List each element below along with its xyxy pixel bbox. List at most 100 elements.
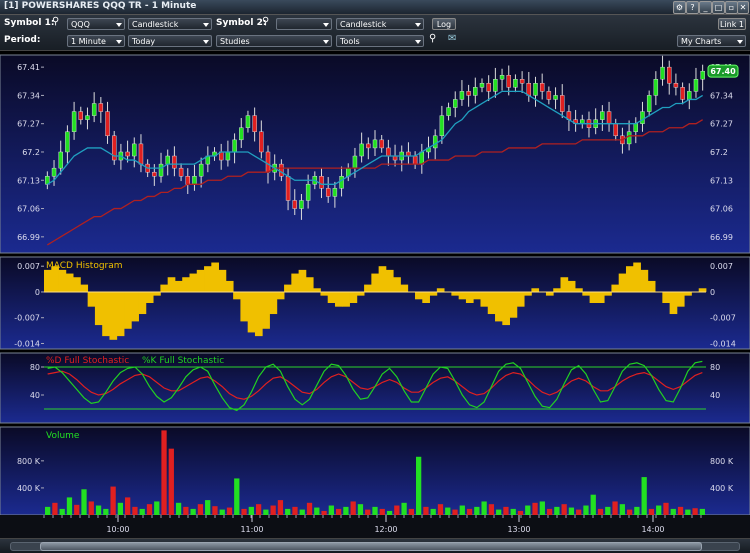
macd-bar bbox=[87, 291, 96, 307]
volume-bar bbox=[699, 508, 705, 515]
macd-bar bbox=[305, 277, 314, 292]
volume-bar bbox=[299, 509, 305, 515]
candle-body bbox=[165, 155, 170, 165]
zoom-icon[interactable]: ⚲ bbox=[429, 33, 436, 45]
symbol2-input[interactable] bbox=[276, 18, 332, 30]
macd-bar bbox=[298, 269, 307, 292]
volume-bar bbox=[146, 504, 153, 515]
candle-body bbox=[259, 131, 264, 153]
volume-bar bbox=[677, 506, 684, 515]
price-tick-right-2: 67.27 bbox=[710, 120, 733, 129]
candle-body bbox=[265, 151, 271, 173]
chart-area[interactable]: 67.4167.4167.3467.3467.2767.2767.267.267… bbox=[0, 51, 750, 538]
candle-body bbox=[553, 95, 558, 100]
volume-bar bbox=[466, 508, 473, 515]
volume-bar bbox=[430, 508, 436, 515]
macd-bar bbox=[465, 291, 474, 303]
chart-type1-select[interactable]: Candlestick bbox=[128, 18, 212, 30]
chart-type2-select[interactable]: Candlestick bbox=[336, 18, 424, 30]
macd-bar bbox=[378, 266, 387, 292]
candle-body bbox=[305, 184, 311, 201]
period-label: Period: bbox=[4, 35, 41, 45]
macd-bar bbox=[575, 288, 583, 292]
volume-bar bbox=[45, 506, 51, 515]
macd-bar bbox=[94, 291, 103, 326]
candle-body bbox=[626, 131, 632, 145]
volume-bar bbox=[445, 507, 451, 515]
window-title: [1] POWERSHARES QQQ TR - 1 Minute bbox=[4, 1, 197, 11]
volume-bar bbox=[154, 501, 160, 515]
macd-bar bbox=[116, 291, 125, 337]
search-icon-2[interactable]: ⚲ bbox=[262, 16, 269, 28]
macd-bar bbox=[240, 291, 249, 322]
log-button[interactable]: Log bbox=[432, 18, 456, 30]
candle-body bbox=[687, 91, 692, 100]
volume-bar bbox=[117, 502, 124, 515]
volume-bar bbox=[648, 508, 655, 515]
volume-bar bbox=[692, 508, 698, 515]
candle-body bbox=[332, 188, 338, 197]
settings-icon[interactable]: ⚙ bbox=[673, 1, 686, 14]
volume-bar bbox=[263, 509, 269, 515]
search-icon[interactable]: ⚲ bbox=[52, 16, 59, 28]
my-charts-select[interactable]: My Charts bbox=[677, 35, 746, 47]
candle-body bbox=[339, 176, 344, 189]
macd-bar bbox=[429, 291, 438, 296]
macd-bar bbox=[138, 291, 147, 315]
macd-bar bbox=[524, 291, 532, 296]
volume-bar bbox=[190, 508, 196, 515]
volume-bar bbox=[212, 506, 218, 515]
scroll-bar[interactable] bbox=[0, 538, 750, 553]
macd-bar bbox=[109, 291, 118, 340]
candle-body bbox=[473, 87, 478, 96]
candle-body bbox=[379, 139, 384, 149]
scroll-thumb[interactable] bbox=[40, 542, 702, 551]
minimize-icon[interactable]: _ bbox=[699, 1, 712, 14]
symbol1-input[interactable]: QQQ bbox=[67, 18, 125, 30]
candle-body bbox=[419, 151, 425, 165]
studies-select[interactable]: Studies bbox=[216, 35, 332, 47]
range-select[interactable]: Today bbox=[128, 35, 212, 47]
close-icon[interactable]: ✕ bbox=[737, 1, 749, 14]
candle-body bbox=[646, 95, 652, 112]
macd-bar bbox=[611, 284, 620, 292]
candle-body bbox=[526, 83, 532, 96]
comment-icon[interactable]: ✉ bbox=[448, 33, 456, 45]
macd-bar bbox=[124, 291, 132, 329]
macd-bar bbox=[233, 291, 241, 300]
link-button[interactable]: Link 1 bbox=[718, 18, 746, 30]
volume-bar bbox=[168, 448, 174, 515]
volume-bar bbox=[597, 508, 604, 515]
macd-bar bbox=[349, 291, 358, 303]
period-select[interactable]: 1 Minute bbox=[67, 35, 125, 47]
price-tick-left-0: 67.41 bbox=[17, 63, 40, 72]
candle-body bbox=[172, 155, 177, 169]
maximize-icon[interactable]: □ bbox=[712, 1, 725, 14]
macd-bar bbox=[545, 291, 554, 296]
volume-title: Volume bbox=[46, 431, 80, 441]
candle-body bbox=[606, 111, 612, 124]
macd-bar bbox=[153, 291, 161, 296]
candle-body bbox=[325, 188, 331, 197]
tools-select[interactable]: Tools bbox=[336, 35, 424, 47]
macd-bar bbox=[320, 291, 329, 296]
candle-body bbox=[546, 91, 552, 100]
help-icon[interactable]: ? bbox=[686, 1, 699, 14]
macd-bar bbox=[204, 266, 212, 292]
volume-bar bbox=[277, 500, 284, 515]
candle-body bbox=[319, 176, 324, 189]
macd-bar bbox=[262, 291, 270, 329]
volume-bar bbox=[510, 508, 516, 515]
macd-bar bbox=[436, 288, 445, 292]
macd-bar bbox=[269, 291, 278, 315]
candle-body bbox=[285, 176, 291, 201]
candle-body bbox=[493, 79, 498, 92]
macd-bar bbox=[371, 273, 380, 292]
candle-body bbox=[453, 99, 458, 108]
macd-bar bbox=[44, 269, 52, 292]
macd-bar bbox=[385, 269, 394, 292]
candle-body bbox=[71, 111, 77, 132]
vol-tick-left-1: 400 K bbox=[17, 484, 41, 493]
candle-body bbox=[158, 163, 164, 177]
vol-tick-left-0: 800 K bbox=[17, 457, 41, 466]
